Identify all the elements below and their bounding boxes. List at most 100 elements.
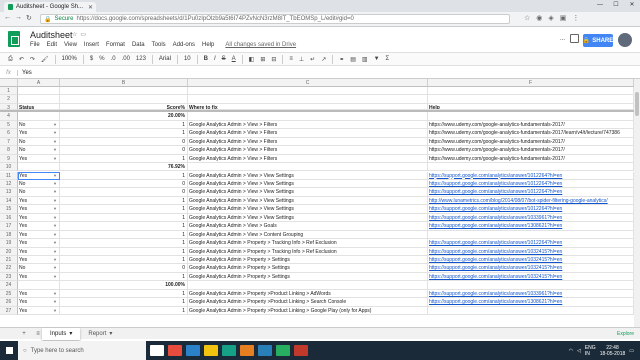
row-number[interactable]: 13 bbox=[0, 188, 18, 197]
folder-icon[interactable] bbox=[204, 345, 218, 356]
cell-a[interactable]: Yes ▼ bbox=[18, 247, 60, 256]
cell-f[interactable] bbox=[428, 95, 634, 104]
wifi-icon[interactable]: ◠ bbox=[569, 348, 573, 354]
dropdown-arrow-icon[interactable]: ▼ bbox=[53, 155, 57, 162]
extension-icon[interactable]: ◉ bbox=[536, 14, 542, 22]
dropdown-arrow-icon[interactable]: ▼ bbox=[53, 129, 57, 136]
cell-a[interactable]: No ▼ bbox=[18, 264, 60, 273]
volume-icon[interactable]: ◁ bbox=[577, 348, 581, 354]
cell-f[interactable]: https://support.google.com/analytics/ans… bbox=[428, 256, 634, 265]
menu-edit[interactable]: Edit bbox=[47, 42, 57, 48]
row-number[interactable]: 24 bbox=[0, 281, 18, 290]
link-icon[interactable]: ⚭ bbox=[339, 56, 344, 63]
cell-f[interactable]: https://support.google.com/analytics/ans… bbox=[428, 222, 634, 231]
undo-icon[interactable]: ↶ bbox=[19, 56, 24, 63]
maximize-icon[interactable]: ☐ bbox=[608, 0, 624, 10]
cell-c[interactable]: Google Analytics Admin > View > Filters bbox=[188, 146, 428, 155]
cell-a[interactable] bbox=[18, 281, 60, 290]
cell-c[interactable] bbox=[188, 87, 428, 96]
cell-a[interactable]: No ▼ bbox=[18, 179, 60, 189]
column-header-c[interactable]: C bbox=[188, 79, 428, 87]
cell-c[interactable] bbox=[188, 281, 428, 290]
cell-a[interactable]: Yes ▼ bbox=[18, 306, 60, 316]
app-icon[interactable] bbox=[222, 345, 236, 356]
notifications-icon[interactable]: ▭ bbox=[629, 348, 634, 354]
menu-help[interactable]: Help bbox=[202, 42, 214, 48]
cell-c[interactable]: Google Analytics Admin > View > Filters bbox=[188, 137, 428, 147]
cell-a[interactable]: Yes ▼ bbox=[18, 230, 60, 240]
url-field[interactable]: 🔒 Secure https://docs.google.com/spreads… bbox=[40, 14, 510, 24]
extension-icon[interactable]: ▣ bbox=[560, 14, 567, 22]
cell-f[interactable]: https://support.google.com/analytics/ans… bbox=[428, 247, 634, 256]
close-window-icon[interactable]: ✕ bbox=[624, 0, 640, 10]
cell-b[interactable]: 1 bbox=[60, 205, 188, 214]
cell-f[interactable]: https://support.google.com/analytics/ans… bbox=[428, 239, 634, 248]
cell-a[interactable] bbox=[18, 163, 60, 172]
vertical-scrollbar[interactable] bbox=[634, 79, 640, 327]
menu-addons[interactable]: Add-ons bbox=[173, 42, 195, 48]
cell-f[interactable]: https://support.google.com/analytics/ans… bbox=[428, 213, 634, 223]
save-status[interactable]: All changes saved in Drive bbox=[225, 42, 296, 48]
clock[interactable]: 22:48 18-05-2018 bbox=[600, 345, 626, 357]
dropdown-arrow-icon[interactable]: ▼ bbox=[53, 307, 57, 314]
extension-icon[interactable]: ◈ bbox=[548, 14, 553, 22]
cell-c[interactable]: Google Analytics Admin > View > View Set… bbox=[188, 213, 428, 223]
language-indicator[interactable]: ENG IN bbox=[585, 345, 596, 357]
cell-c[interactable]: Google Analytics Admin > View > Content … bbox=[188, 230, 428, 240]
cell-b[interactable]: 1 bbox=[60, 247, 188, 256]
cell-f[interactable]: http://www.lunametrics.com/blog/2014/08/… bbox=[428, 196, 634, 206]
row-number[interactable]: 8 bbox=[0, 146, 18, 155]
app-icon[interactable] bbox=[240, 345, 254, 356]
cell-f[interactable] bbox=[428, 87, 634, 96]
row-number[interactable]: 4 bbox=[0, 112, 18, 121]
row-number[interactable]: 23 bbox=[0, 272, 18, 282]
cell-c[interactable]: Google Analytics Admin > View > View Set… bbox=[188, 188, 428, 197]
cell-b[interactable]: Score% bbox=[60, 103, 188, 111]
explore-button[interactable]: Explore bbox=[617, 331, 634, 337]
font-select[interactable]: Arial bbox=[159, 56, 171, 62]
row-number[interactable]: 9 bbox=[0, 154, 18, 164]
back-icon[interactable]: ← bbox=[4, 14, 11, 22]
cell-f[interactable]: https://support.google.com/analytics/ans… bbox=[428, 272, 634, 282]
cell-c[interactable]: Google Analytics Admin > View > View Set… bbox=[188, 196, 428, 206]
cell-c[interactable]: Google Analytics Admin > View > Goals bbox=[188, 222, 428, 231]
app-icon[interactable] bbox=[168, 345, 182, 356]
row-number[interactable]: 10 bbox=[0, 163, 18, 172]
sheet-tab-report[interactable]: Report ▾ bbox=[80, 328, 120, 340]
cell-a[interactable]: No ▼ bbox=[18, 137, 60, 147]
row-number[interactable]: 26 bbox=[0, 298, 18, 307]
cell-c[interactable]: Where to fix bbox=[188, 103, 428, 111]
cell-b[interactable]: 1 bbox=[60, 239, 188, 248]
cell-c[interactable]: Google Analytics Admin > Property >Produ… bbox=[188, 306, 428, 316]
cell-b[interactable]: 1 bbox=[60, 298, 188, 307]
dropdown-arrow-icon[interactable]: ▼ bbox=[53, 214, 57, 221]
chrome-icon[interactable] bbox=[276, 345, 290, 356]
cell-b[interactable] bbox=[60, 95, 188, 104]
cell-c[interactable]: Google Analytics Admin > Property > Trac… bbox=[188, 239, 428, 248]
cell-c[interactable] bbox=[188, 163, 428, 172]
menu-tools[interactable]: Tools bbox=[152, 42, 166, 48]
spreadsheet-grid[interactable]: A B C F 1 2 3 Status Score% Where to fix Help 4… bbox=[0, 79, 634, 327]
cell-a[interactable]: No ▼ bbox=[18, 120, 60, 130]
row-number[interactable]: 2 bbox=[0, 95, 18, 104]
menu-insert[interactable]: Insert bbox=[84, 42, 99, 48]
share-button[interactable]: 🔒 SHARE bbox=[583, 34, 613, 47]
cell-b[interactable]: 0 bbox=[60, 264, 188, 273]
reload-icon[interactable]: ↻ bbox=[26, 14, 32, 22]
dropdown-arrow-icon[interactable]: ▼ bbox=[53, 197, 57, 204]
menu-view[interactable]: View bbox=[64, 42, 77, 48]
cell-a[interactable]: Yes ▼ bbox=[18, 256, 60, 265]
dropdown-arrow-icon[interactable]: ▼ bbox=[53, 231, 57, 238]
cell-c[interactable] bbox=[188, 95, 428, 104]
zoom-select[interactable]: 100% bbox=[62, 56, 77, 62]
row-number[interactable]: 15 bbox=[0, 205, 18, 214]
cell-f[interactable]: https://support.google.com/analytics/ans… bbox=[428, 188, 634, 197]
app-icon[interactable] bbox=[258, 345, 272, 356]
merge-cells-icon[interactable]: ⊟ bbox=[271, 56, 276, 63]
cell-f[interactable]: https://support.google.com/analytics/ans… bbox=[428, 205, 634, 214]
cell-c[interactable]: Google Analytics Admin > Property > Sett… bbox=[188, 272, 428, 282]
cell-b[interactable]: 0 bbox=[60, 179, 188, 189]
cell-c[interactable]: Google Analytics Admin > View > Filters bbox=[188, 154, 428, 164]
cell-c[interactable]: Google Analytics Admin > Property >Produ… bbox=[188, 289, 428, 299]
dropdown-arrow-icon[interactable]: ▼ bbox=[53, 138, 57, 145]
